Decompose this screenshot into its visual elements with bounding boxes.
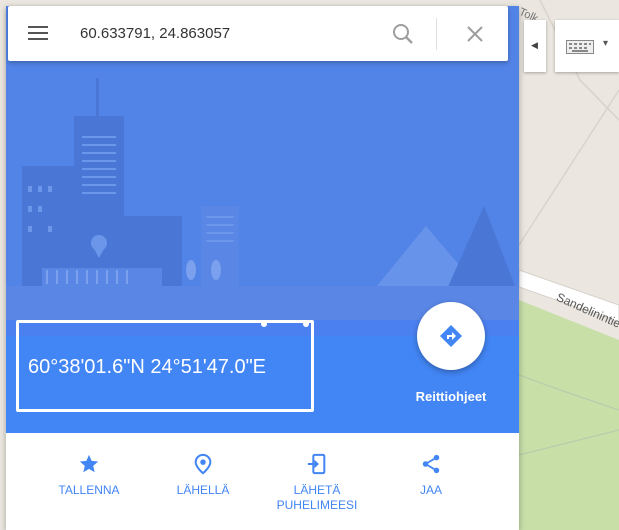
chevron-down-icon: ▾ xyxy=(603,38,609,49)
search-box xyxy=(8,6,508,61)
action-bar: TALLENNA LÄHELLÄ LÄHETÄ PUHELIMEESI JAA xyxy=(6,433,519,530)
collapse-panel-button[interactable]: ◀ xyxy=(524,20,546,72)
send-to-phone-button[interactable]: LÄHETÄ PUHELIMEESI xyxy=(262,453,372,513)
input-tools-button[interactable]: ▾ xyxy=(555,20,619,72)
share-button[interactable]: JAA xyxy=(376,453,486,498)
send-to-phone-icon xyxy=(307,453,326,475)
coordinates-dms: 60°38'01.6"N 24°51'47.0"E xyxy=(28,356,267,378)
search-button[interactable] xyxy=(390,21,416,47)
share-label: JAA xyxy=(419,483,442,497)
directions-button[interactable] xyxy=(417,302,485,370)
close-icon xyxy=(467,26,483,42)
chevron-left-icon: ◀ xyxy=(531,40,538,50)
keyboard-icon xyxy=(566,40,594,54)
search-divider xyxy=(436,18,437,50)
directions-icon xyxy=(440,325,462,347)
save-label: TALLENNA xyxy=(58,483,120,497)
star-icon xyxy=(79,454,99,473)
search-icon xyxy=(393,24,413,44)
nearby-pin-icon xyxy=(194,453,212,475)
place-panel: 60°38'01.6"N 24°51'47.0"E Reittiohjeet T… xyxy=(6,6,519,530)
share-icon xyxy=(422,454,440,474)
directions-label[interactable]: Reittiohjeet xyxy=(401,389,501,404)
nearby-label: LÄHELLÄ xyxy=(176,483,230,497)
search-input[interactable] xyxy=(80,19,370,47)
send-to-phone-label: LÄHETÄ PUHELIMEESI xyxy=(276,483,358,512)
nearby-button[interactable]: LÄHELLÄ xyxy=(148,453,258,498)
menu-icon[interactable] xyxy=(28,24,52,44)
save-button[interactable]: TALLENNA xyxy=(34,453,144,498)
clear-search-button[interactable] xyxy=(464,23,486,45)
